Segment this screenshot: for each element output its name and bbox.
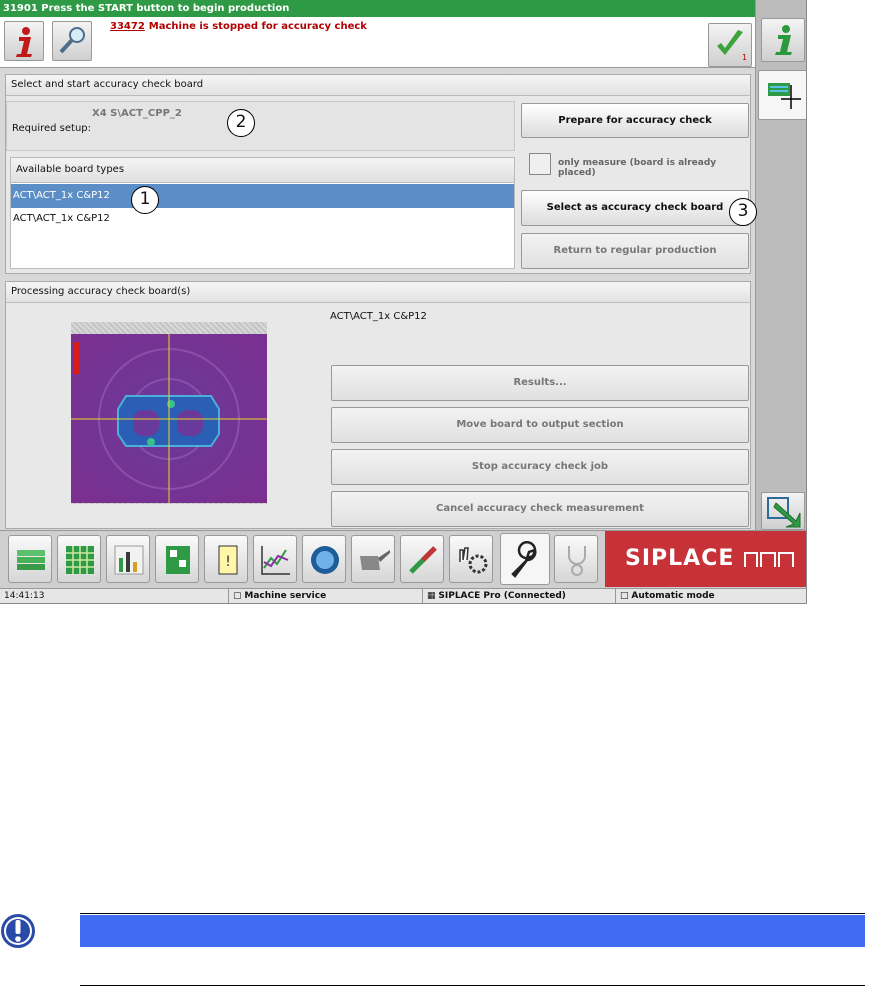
status-time: 14:41:13: [4, 591, 45, 601]
required-setup-value: X4 S\ACT_CPP_2: [92, 108, 182, 119]
maintenance-oil-button[interactable]: [351, 535, 395, 583]
required-setup-box: Required setup: X4 S\ACT_CPP_2: [6, 101, 515, 151]
status-connection: SIPLACE Pro (Connected): [438, 591, 566, 601]
processing-panel-title: Processing accuracy check board(s): [6, 282, 750, 303]
board-stack-icon: [17, 550, 45, 570]
grid-icon: [66, 546, 94, 574]
warning-card-icon: !: [218, 545, 238, 575]
processing-board-name: ACT\ACT_1x C&P12: [330, 311, 427, 322]
message-text: Machine is stopped for accuracy check: [148, 21, 367, 32]
wrench-icon: [511, 541, 537, 578]
info-red-button[interactable]: [4, 21, 44, 61]
callout-3: 3: [729, 198, 757, 226]
only-measure-checkbox[interactable]: [529, 153, 551, 175]
arrow-down-right-icon: [767, 497, 801, 528]
board-types-list: Available board types ACT\ACT_1x C&P12 A…: [10, 157, 515, 269]
status-mode: Automatic mode: [631, 591, 715, 601]
status-message: 33472 Machine is stopped for accuracy che…: [110, 21, 367, 32]
move-board-output-button[interactable]: Move board to output section: [331, 407, 749, 443]
required-setup-label: Required setup:: [12, 123, 92, 134]
hand-gear-icon: [459, 547, 488, 574]
accuracy-check-tab[interactable]: [758, 70, 806, 120]
stethoscope-icon: [568, 546, 586, 576]
ack-count: 1: [742, 53, 748, 62]
chart-tool-button[interactable]: [253, 535, 297, 583]
mode-icon: □: [620, 591, 629, 601]
service-tool-button[interactable]: [500, 533, 550, 585]
diagnostics-tool-button[interactable]: [554, 535, 598, 583]
grid-tool-button[interactable]: [57, 535, 101, 583]
brand-mark-icon: [744, 552, 794, 567]
callout-2: 2: [227, 109, 255, 137]
results-button[interactable]: Results...: [331, 365, 749, 401]
prepare-accuracy-check-button[interactable]: Prepare for accuracy check: [521, 103, 749, 138]
cancel-measurement-button[interactable]: Cancel accuracy check measurement: [331, 491, 749, 527]
vision-tool-button[interactable]: [302, 535, 346, 583]
right-sidebar: [755, 0, 806, 530]
siplace-logo: SIPLACE: [605, 531, 806, 587]
processing-panel: Processing accuracy check board(s) ACT\A…: [5, 281, 751, 529]
only-measure-option[interactable]: only measure (board is already placed): [521, 147, 749, 183]
acknowledge-button[interactable]: 1: [708, 23, 752, 67]
user-icon: ▢: [233, 591, 242, 601]
status-connection-cell: ▦ SIPLACE Pro (Connected): [422, 589, 615, 603]
brand-text: SIPLACE: [625, 546, 735, 571]
board-types-header: Available board types: [11, 158, 514, 183]
board-crosshair-icon: [768, 83, 801, 109]
accuracy-heatmap-image: [71, 334, 267, 503]
nozzle-tool-button[interactable]: [400, 535, 444, 583]
note-top-rule: [80, 913, 865, 914]
note-header-bar: [80, 915, 865, 947]
line-chart-icon: [261, 546, 290, 575]
return-to-production-button[interactable]: Return to regular production: [521, 233, 749, 269]
setup-panel: Select and start accuracy check board Re…: [5, 74, 751, 274]
nozzle-tool-icon: [409, 546, 437, 574]
stop-accuracy-job-button[interactable]: Stop accuracy check job: [331, 449, 749, 485]
hand-gear-tool-button[interactable]: [449, 535, 493, 583]
board-type-row[interactable]: ACT\ACT_1x C&P12: [11, 208, 514, 230]
next-screen-button[interactable]: [761, 492, 805, 530]
feeder-warning-tool-button[interactable]: !: [204, 535, 248, 583]
message-bar: 33472 Machine is stopped for accuracy che…: [0, 17, 755, 68]
boards-tool-button[interactable]: [8, 535, 52, 583]
circuit-board-icon: [166, 546, 190, 574]
search-button[interactable]: [52, 21, 92, 61]
magnifier-icon: [59, 27, 85, 54]
info-green-icon: [775, 25, 792, 55]
message-code-link[interactable]: 33472: [110, 21, 145, 32]
status-user-cell: ▢ Machine service: [228, 589, 422, 603]
camera-icon: [311, 546, 339, 574]
status-user: Machine service: [244, 591, 327, 601]
info-red-icon: [16, 27, 32, 57]
statistics-tool-button[interactable]: [106, 535, 150, 583]
server-icon: ▦: [427, 591, 436, 601]
status-mode-cell: □ Automatic mode: [615, 589, 806, 603]
setup-panel-title: Select and start accuracy check board: [6, 75, 750, 96]
status-bar: 14:41:13 ▢ Machine service ▦ SIPLACE Pro…: [0, 588, 806, 603]
callout-1: 1: [131, 186, 159, 214]
important-note-icon: [1, 914, 35, 948]
circuit-tool-button[interactable]: [155, 535, 199, 583]
title-bar: 31901 Press the START button to begin pr…: [0, 0, 755, 17]
board-type-row-selected[interactable]: ACT\ACT_1x C&P12: [11, 184, 514, 208]
only-measure-label: only measure (board is already placed): [558, 158, 717, 178]
board-image-frame: [71, 322, 267, 504]
select-accuracy-board-button[interactable]: Select as accuracy check board: [521, 190, 749, 226]
machine-screen: 31901 Press the START button to begin pr…: [0, 0, 807, 604]
oil-can-icon: [360, 550, 390, 570]
bar-grid-icon: [114, 545, 144, 575]
info-green-button[interactable]: [761, 18, 805, 62]
svg-text:!: !: [225, 554, 231, 570]
